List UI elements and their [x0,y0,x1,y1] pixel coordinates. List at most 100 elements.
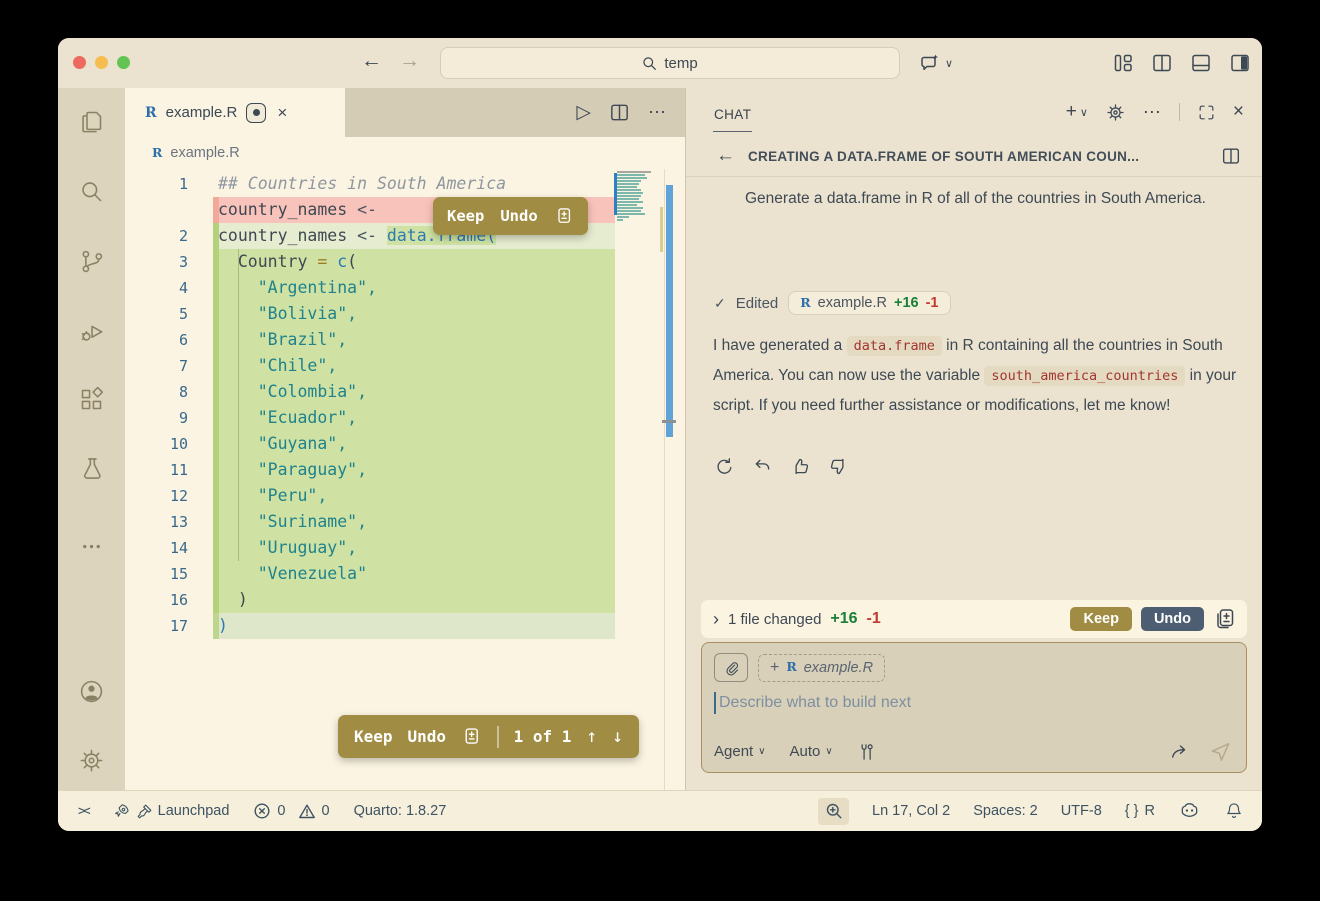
maximize-panel-icon[interactable] [1197,103,1216,122]
code-line[interactable]: 8 "Colombia", [125,379,685,405]
search-sidebar-icon[interactable] [78,178,105,205]
source-control-icon[interactable] [78,248,105,275]
chat-text-input[interactable]: Describe what to build next [714,692,1234,714]
attach-button[interactable] [714,653,748,682]
next-change-button[interactable]: ↓ [612,726,623,747]
code-line[interactable]: 2country_names <- data.frame( [125,223,685,249]
history-forward-button[interactable]: → [399,49,420,73]
send-icon[interactable] [1209,740,1232,763]
model-dropdown[interactable]: Auto∨ [790,743,833,760]
code-line[interactable]: 13 "Suriname", [125,509,685,535]
context-file-chip[interactable]: + R example.R [758,654,885,682]
agent-mode-dropdown[interactable]: Agent∨ [714,743,766,760]
changes-bar[interactable]: › 1 file changed +16 -1 Keep Undo [701,600,1247,638]
scrollbar-thumb[interactable] [666,185,673,437]
zoom-button[interactable] [818,798,849,825]
diff-file-icon[interactable] [461,726,482,747]
expand-chevron-icon[interactable]: › [713,609,719,630]
code-line[interactable]: country_names <- [125,197,685,223]
minimize-window-button[interactable] [95,56,108,69]
editor-more-actions-button[interactable]: ⋯ [648,102,667,123]
open-session-editor-icon[interactable] [1220,145,1242,167]
keep-button[interactable]: Keep [1070,607,1131,631]
notifications-bell-icon[interactable] [1224,801,1244,821]
tab-close-icon[interactable]: × [277,103,287,123]
code-line[interactable]: 15 "Venezuela" [125,561,685,587]
customize-layout-icon[interactable] [1111,51,1135,75]
chat-more-actions-button[interactable]: ⋯ [1143,102,1162,123]
diff-file-icon[interactable] [554,206,574,226]
search-icon [642,56,657,71]
code-line[interactable]: 4 "Argentina", [125,275,685,301]
code-line[interactable]: 17) [125,613,685,639]
undo-button[interactable]: Undo [500,207,537,225]
chat-input-box[interactable]: + R example.R Describe what to build nex… [701,642,1247,773]
close-panel-icon[interactable]: × [1233,101,1244,123]
explorer-icon[interactable] [78,108,105,135]
code-line[interactable]: 6 "Brazil", [125,327,685,353]
split-editor-icon[interactable] [1150,51,1174,75]
tools-icon[interactable] [857,742,877,762]
keep-button[interactable]: Keep [354,727,393,746]
close-window-button[interactable] [73,56,86,69]
code-line[interactable]: 16 ) [125,587,685,613]
thumbs-down-icon[interactable] [828,456,849,477]
thumbs-up-icon[interactable] [790,456,811,477]
code-line[interactable]: 7 "Chile", [125,353,685,379]
history-back-button[interactable]: ← [361,49,382,73]
panel-collapse-icon[interactable]: >< [78,804,88,819]
language-mode[interactable]: { } R [1125,803,1155,819]
previous-change-button[interactable]: ↑ [586,726,597,747]
launchpad-button[interactable]: Launchpad [112,802,230,821]
minimap[interactable] [617,171,659,222]
code-editor[interactable]: 1## Countries in South Americacountry_na… [125,169,685,790]
testing-icon[interactable] [78,455,105,482]
line-number: 14 [125,535,188,561]
keep-button[interactable]: Keep [447,207,484,225]
code-line[interactable]: 10 "Guyana", [125,431,685,457]
settings-gear-icon[interactable] [78,747,105,774]
undo-icon[interactable] [752,456,773,477]
more-views-icon[interactable] [78,533,105,560]
code-line[interactable]: 3 Country = c( [125,249,685,275]
command-center-search[interactable]: temp [440,47,900,79]
problems-indicator[interactable]: 0 0 [253,802,329,820]
chat-tab[interactable]: CHAT [713,93,752,132]
cursor-position[interactable]: Ln 17, Col 2 [872,803,950,819]
code-line[interactable]: 9 "Ecuador", [125,405,685,431]
retry-icon[interactable] [714,456,735,477]
code-line[interactable]: 11 "Paraguay", [125,457,685,483]
code-line[interactable]: 5 "Bolivia", [125,301,685,327]
extensions-icon[interactable] [78,386,105,413]
run-debug-icon[interactable] [78,318,105,345]
code-line[interactable]: 14 "Uruguay", [125,535,685,561]
back-icon[interactable]: ← [716,145,735,167]
chat-settings-gear-icon[interactable] [1105,102,1126,123]
export-arrow-icon[interactable] [1169,741,1191,763]
account-icon[interactable] [78,678,105,705]
copilot-icon[interactable] [1178,800,1201,823]
launchpad-label: Launchpad [158,803,230,819]
tab-example-r[interactable]: R example.R × [125,88,345,137]
split-editor-button[interactable] [608,101,631,124]
run-file-button[interactable]: ▷ [576,101,591,124]
tab-status-icon[interactable] [246,103,266,123]
text-caret [714,692,716,714]
chat-session-button[interactable]: ∨ [918,51,953,75]
indentation-setting[interactable]: Spaces: 2 [973,803,1038,819]
code-line[interactable]: 12 "Peru", [125,483,685,509]
encoding-setting[interactable]: UTF-8 [1061,803,1102,819]
code-line[interactable]: 1## Countries in South America [125,171,685,197]
breadcrumb[interactable]: R example.R [125,137,685,169]
line-number: 15 [125,561,188,587]
undo-button[interactable]: Undo [1141,607,1204,631]
toggle-secondary-sidebar-icon[interactable] [1228,51,1252,75]
toggle-panel-icon[interactable] [1189,51,1213,75]
quarto-version[interactable]: Quarto: 1.8.27 [354,803,447,819]
undo-button[interactable]: Undo [408,727,447,746]
diff-file-icon[interactable] [1213,607,1237,631]
inline-code-chip: data.frame [847,336,942,356]
maximize-window-button[interactable] [117,56,130,69]
new-chat-button[interactable]: +∨ [1066,101,1088,123]
edited-file-chip[interactable]: R example.R +16 -1 [788,291,950,315]
